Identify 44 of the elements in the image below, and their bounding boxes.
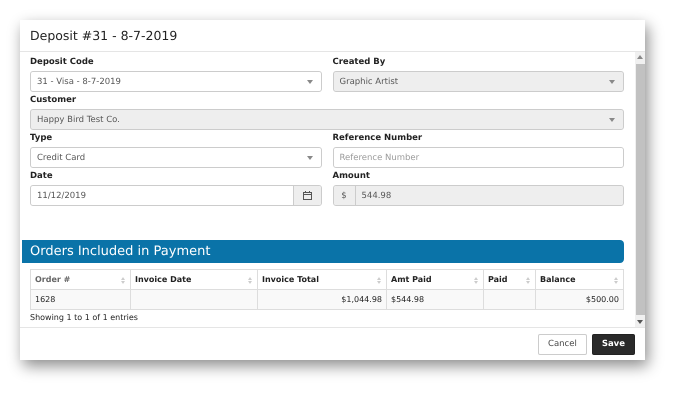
sort-icon — [526, 277, 530, 284]
sort-icon — [614, 277, 618, 284]
field-label: Deposit Code — [30, 56, 95, 69]
field-label: Created By — [332, 56, 386, 69]
column-header[interactable]: Paid — [484, 270, 536, 290]
select-field[interactable]: 31 - Visa - 8-7-2019 — [30, 71, 322, 92]
select-field[interactable]: Credit Card — [30, 147, 322, 168]
caret-icon — [609, 118, 615, 122]
reference-input[interactable]: Reference Number — [334, 152, 623, 164]
column-header[interactable]: Balance — [536, 270, 624, 290]
sort-icon — [248, 277, 252, 284]
table-cell: $500.00 — [536, 290, 624, 310]
currency-addon: $ — [334, 186, 356, 205]
column-header[interactable]: Order # — [30, 270, 130, 290]
table-cell — [484, 290, 536, 310]
dialog-title: Deposit #31 - 8-7-2019 — [20, 20, 645, 52]
sort-icon — [474, 277, 478, 284]
date-field[interactable]: 11/12/2019 — [30, 185, 322, 206]
sort-icon — [377, 277, 381, 284]
table-cell: 1628 — [30, 290, 130, 310]
sort-icon — [121, 277, 125, 284]
scroll-up-icon[interactable] — [637, 55, 643, 59]
column-header[interactable]: Invoice Date — [130, 270, 258, 290]
scroll-down-icon[interactable] — [637, 320, 643, 324]
scrollbar[interactable] — [635, 52, 645, 327]
field-label: Amount — [332, 170, 371, 183]
column-header[interactable]: Amt Paid — [386, 270, 484, 290]
table-cell: $544.98 — [386, 290, 484, 310]
field-label: Date — [30, 170, 54, 183]
input-field[interactable]: Reference Number — [332, 147, 624, 168]
field-label: Customer — [30, 94, 78, 107]
calendar-button[interactable] — [292, 186, 320, 205]
table-info: Showing 1 to 1 of 1 entries — [30, 313, 139, 322]
caret-icon — [609, 80, 615, 84]
column-header[interactable]: Invoice Total — [258, 270, 386, 290]
field-label: Reference Number — [332, 132, 424, 145]
caret-icon — [306, 156, 312, 160]
cancel-button[interactable]: Cancel — [538, 334, 587, 354]
section-header: Orders Included in Payment — [22, 240, 624, 263]
field-label: Type — [30, 132, 54, 145]
table-cell: $1,044.98 — [258, 290, 386, 310]
calendar-icon — [302, 191, 312, 200]
save-button[interactable]: Save — [592, 334, 635, 354]
caret-icon — [306, 80, 312, 84]
